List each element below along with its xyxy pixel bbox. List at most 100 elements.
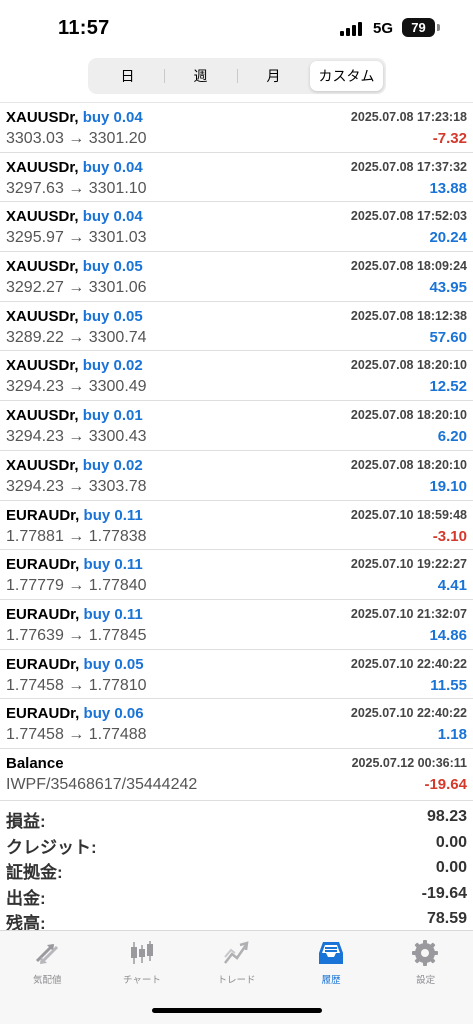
history-icon [318,942,343,964]
summary-row: クレジット: 0.00 [0,831,473,857]
summary-label: クレジット: [6,837,97,857]
trade-row[interactable]: EURAUDr, buy 0.11 1.77639 → 1.77845 2025.0… [0,598,473,649]
period-selector: 日 週 月 カスタム [88,58,386,94]
trade-time: 2025.07.08 17:52:03 [350,209,467,224]
tab-history[interactable]: 履歴 [284,931,379,991]
trade-prices: 3297.63 → 3301.10 [6,179,147,197]
trade-profit: 20.24 [429,229,467,247]
trade-symbol: XAUUSDr, buy 0.02 [6,357,143,374]
trade-symbol-name: EURAUDr, [6,655,80,673]
trade-prices: 3303.03 → 3301.20 [6,130,147,147]
tab-chart-label: チャート [122,975,161,986]
period-tab-custom[interactable]: カスタム [310,61,383,91]
trade-side-volume: buy 0.02 [82,456,143,474]
balance-row[interactable]: Balance IWPF/35468617/35444242 2025.07.12 … [0,747,473,798]
status-time: 11:57 [58,17,110,39]
summary-row: 残高: 78.59 [0,907,473,933]
trade-side-volume: buy 0.02 [82,357,143,375]
trade-side-volume: buy 0.04 [82,109,143,126]
trade-prices: 3292.27 → 3301.06 [6,279,147,297]
tab-settings-label: 設定 [416,975,436,986]
trade-profit: 4.41 [437,577,467,595]
trade-symbol-name: XAUUSDr, [6,158,79,176]
trade-prices: 3289.22 → 3300.74 [6,328,147,346]
network-type: 5G [373,20,394,37]
summary-label: 証拠金: [6,863,63,882]
trade-side-volume: buy 0.06 [83,705,144,723]
trade-symbol: XAUUSDr, buy 0.05 [6,308,143,325]
balance-time: 2025.07.12 00:36:11 [351,755,467,770]
trade-side-volume: buy 0.11 [83,506,143,524]
balance-amount: -19.64 [424,775,467,793]
trade-side-volume: buy 0.11 [83,556,143,574]
trade-symbol-name: XAUUSDr, [6,307,79,325]
trade-row[interactable]: XAUUSDr, buy 0.02 3294.23 → 3300.49 2025.0… [0,350,473,400]
chart-icon [130,941,153,964]
trade-row[interactable]: XAUUSDr, buy 0.05 3292.27 → 3301.06 2025.0… [0,251,473,301]
summary-label: 出金: [6,888,46,908]
quotes-icon [35,943,59,965]
trade-prices: 1.77881 → 1.77838 [6,527,147,545]
summary-row: 証拠金: 0.00 [0,856,473,882]
trade-profit: 43.95 [429,279,467,297]
tab-quotes[interactable]: 気配値 [0,931,95,991]
cellular-signal-icon [340,22,366,36]
tab-history-label: 履歴 [321,975,341,986]
trade-prices: 1.77458 → 1.77810 [6,676,147,694]
trade-side-volume: buy 0.05 [82,307,143,325]
trade-side-volume: buy 0.01 [82,407,143,425]
trade-row[interactable]: EURAUDr, buy 0.11 1.77779 → 1.77840 2025.0… [0,549,473,599]
trade-icon [224,941,249,964]
trade-symbol-name: EURAUDr, [6,605,80,623]
trade-profit: 14.86 [429,626,467,644]
summary-value: 98.23 [426,808,467,825]
summary-value: 0.00 [435,859,467,876]
tab-chart[interactable]: チャート [95,931,190,991]
trade-symbol-name: XAUUSDr, [6,357,79,375]
period-tab-month[interactable]: 月 [237,61,310,91]
trade-row[interactable]: EURAUDr, buy 0.11 1.77881 → 1.77838 2025.0… [0,499,473,550]
trade-symbol: XAUUSDr, buy 0.05 [6,258,143,275]
history-summary: 損益: 98.23 クレジット: 0.00 証拠金: 0.00 出金: -19.64 残高: 78… [0,800,473,933]
trade-row[interactable]: EURAUDr, buy 0.05 1.77458 → 1.77810 2025.0… [0,648,473,699]
trade-row[interactable]: EURAUDr, buy 0.06 1.77458 → 1.77488 2025.0… [0,698,473,748]
trade-profit: 6.20 [437,428,467,446]
trade-side-volume: buy 0.11 [83,605,143,623]
trade-time: 2025.07.10 21:32:07 [350,606,467,621]
trade-prices: 1.77639 → 1.77845 [6,626,147,644]
tab-settings[interactable]: 設定 [378,931,473,991]
trade-symbol: EURAUDr, buy 0.11 [6,606,143,623]
trade-symbol-name: XAUUSDr, [6,208,79,226]
tab-trade[interactable]: トレード [189,931,284,991]
balance-comment: IWPF/35468617/35444242 [6,775,198,793]
trade-row[interactable]: XAUUSDr, buy 0.04 3295.97 → 3301.03 2025.0… [0,201,473,251]
trade-prices: 1.77458 → 1.77488 [6,726,147,744]
trade-profit: -7.32 [432,130,467,147]
trade-time: 2025.07.08 18:20:10 [350,408,467,423]
trade-symbol: XAUUSDr, buy 0.02 [6,457,143,474]
trade-row[interactable]: XAUUSDr, buy 0.04 3297.63 → 3301.10 2025.0… [0,151,473,202]
trade-row[interactable]: XAUUSDr, buy 0.04 3303.03 → 3301.20 2025.0… [0,102,473,152]
tab-trade-label: トレード [217,975,256,986]
period-tab-week[interactable]: 週 [164,61,237,91]
trade-symbol: XAUUSDr, buy 0.04 [6,208,143,225]
trade-symbol-name: EURAUDr, [6,506,80,524]
trade-symbol-name: XAUUSDr, [6,258,79,276]
trade-profit: 12.52 [429,378,467,396]
trade-symbol: EURAUDr, buy 0.05 [6,656,144,673]
trade-row[interactable]: XAUUSDr, buy 0.05 3289.22 → 3300.74 2025.0… [0,300,473,351]
tab-quotes-label: 気配値 [33,975,62,986]
trade-time: 2025.07.10 22:40:22 [350,706,467,721]
period-tab-day[interactable]: 日 [91,61,164,91]
trade-time: 2025.07.08 18:09:24 [350,259,467,274]
trade-symbol: EURAUDr, buy 0.11 [6,507,143,524]
trade-row[interactable]: XAUUSDr, buy 0.01 3294.23 → 3300.43 2025.0… [0,400,473,450]
trade-side-volume: buy 0.04 [82,208,143,226]
history-list: XAUUSDr, buy 0.04 3303.03 → 3301.20 2025.0… [0,102,473,798]
battery-icon: 79 [402,18,435,37]
trade-profit: 57.60 [429,328,467,346]
status-bar: 11:57 5G 79 [0,0,473,56]
trade-row[interactable]: XAUUSDr, buy 0.02 3294.23 → 3303.78 2025.0… [0,449,473,500]
trade-time: 2025.07.08 17:37:32 [350,159,467,174]
summary-value: 78.59 [426,910,467,927]
